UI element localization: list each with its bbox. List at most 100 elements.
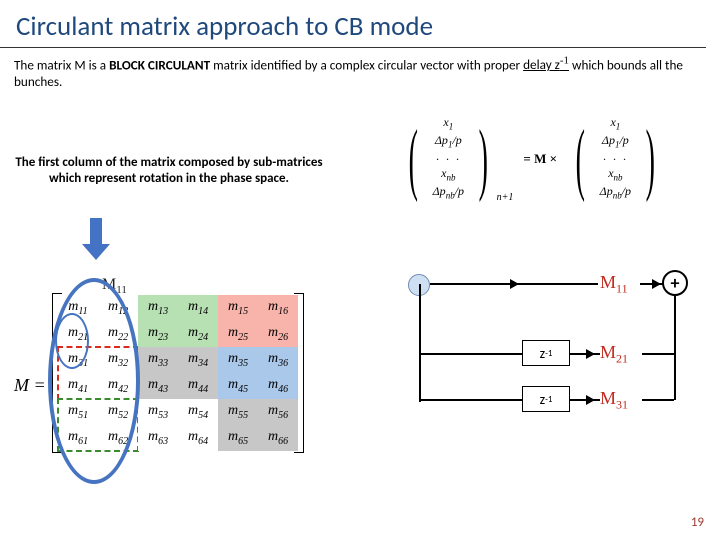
cell: m46 [268,377,288,395]
vec2-x1-sub: 1 [616,121,621,131]
vec2-dp1: Δp [602,133,615,147]
vec2-dots: · · · [600,152,631,166]
vec2-dpnb-ovp: /p [622,184,631,198]
vec-dpnb-ovp: /p [455,184,464,198]
paren-open-icon: ( [409,129,418,189]
node-M-sub: 31 [616,398,628,412]
arrow-right-icon [652,279,661,289]
delay-block-2: z-1 [522,386,570,412]
z-exp: -1 [545,394,552,405]
matrix-grid: m11m12 m21m22 m31m32 m41m42 m51m52 m61m6… [58,295,298,451]
vec-dots1: · · · [433,152,464,166]
sub-a3: m51 m52 m61 m62 [58,399,138,451]
cell: m62 [108,429,128,447]
wire [419,399,522,401]
sub-c3-grey: m55m56 m65m66 [218,399,298,451]
node-m31: M31 [600,388,644,413]
para-mid: matrix identified by a complex circular … [210,56,523,73]
cell: m63 [148,429,168,447]
wire [674,353,676,400]
m11-header-label: M11 [102,276,127,296]
m11-letter: M [102,276,116,293]
cell: m26 [268,325,288,343]
vec2-dpnb-sub: nb [613,191,622,201]
cell: m36 [268,351,288,369]
m11-highlight-ellipse-icon [55,313,89,369]
arrow-right-icon [510,279,519,289]
cell: m35 [228,351,248,369]
node-M-letter: M [600,342,616,362]
node-M-sub: 11 [616,282,628,296]
node-M-sub: 21 [616,352,628,366]
page-number: 19 [691,515,704,530]
wire [419,353,522,355]
column-caption: The first column of the matrix composed … [14,155,324,188]
wire [570,399,600,401]
paren-close2-icon: ) [646,129,655,189]
cell: m44 [188,377,208,395]
equals-m-times: = M × [523,151,557,167]
cell: m12 [108,299,128,317]
matrix-equation: M = m11m12 m21m22 m31m32 m41m42 m51m52 m… [14,295,298,451]
z-exp: -1 [545,348,552,359]
delay-word: delay z [523,56,560,73]
para-delay: delay z-1 [523,56,569,73]
sub-b1-green: m13 m14 m23 m24 [138,295,218,347]
vec-dp1-ovp: /p [452,133,461,147]
cell: m23 [148,325,168,343]
cell: m33 [148,351,168,369]
cell: m22 [108,325,128,343]
wire [570,353,600,355]
delay-exp: -1 [560,55,569,67]
cell: m54 [188,403,208,421]
cell: m16 [268,299,288,317]
vec-dpnb: Δp [433,184,446,198]
cell: m14 [188,299,208,317]
cell: m13 [148,299,168,317]
wire [642,353,674,355]
cell: m61 [68,429,88,447]
block-col-3: m15m16 m25m26 m35m36 m45m46 m55m56 m65m6… [218,295,298,451]
vec-step-sub: n+1 [497,192,514,203]
paren-open2-icon: ( [576,129,585,189]
sub-b2-grey: m33m34 m43m44 [138,347,218,399]
paren-close-icon: ) [479,129,488,189]
delay-block-1: z-1 [522,340,570,366]
arrow-right-icon [586,395,595,405]
adder-icon: + [662,270,688,296]
arrow-down-icon [87,218,105,258]
cell: m32 [108,351,128,369]
para-pre: The matrix M is a [14,56,109,73]
node-M-letter: M [600,272,616,292]
state-vector-right: x1 Δp1/p · · · xnb Δpnb/p [600,115,631,203]
vec-x1-sub: 1 [449,121,454,131]
vec-dpnb-sub: nb [446,191,455,201]
sub-b3: m53m54 m63m64 [138,399,218,451]
state-vector-left: x1 Δp1/p · · · xnb Δpnb/p [433,115,464,203]
wire [674,296,676,354]
cell: m43 [148,377,168,395]
vec-xnb-sub: nb [447,172,456,182]
sub-c1-red: m15 m16 m25 m26 [218,295,298,347]
page-title: Circulant matrix approach to CB mode [0,0,706,48]
cell: m15 [228,299,248,317]
node-M-letter: M [600,388,616,408]
cell: m52 [108,403,128,421]
cell: m41 [68,377,88,395]
cell: m45 [228,377,248,395]
vec2-xnb-sub: nb [614,172,623,182]
cell: m66 [268,429,288,447]
wire [419,284,421,402]
cell: m42 [108,377,128,395]
cell: m24 [188,325,208,343]
wire [642,399,674,401]
vec2-dpnb: Δp [600,184,613,198]
plus-glyph: + [671,274,680,292]
arrow-right-icon [586,349,595,359]
cell: m65 [228,429,248,447]
intro-paragraph: The matrix M is a BLOCK CIRCULANT matrix… [0,48,720,91]
vec2-dp1-ovp: /p [619,133,628,147]
cell: m51 [68,403,88,421]
cell: m25 [228,325,248,343]
m-equals: M = [14,375,46,396]
